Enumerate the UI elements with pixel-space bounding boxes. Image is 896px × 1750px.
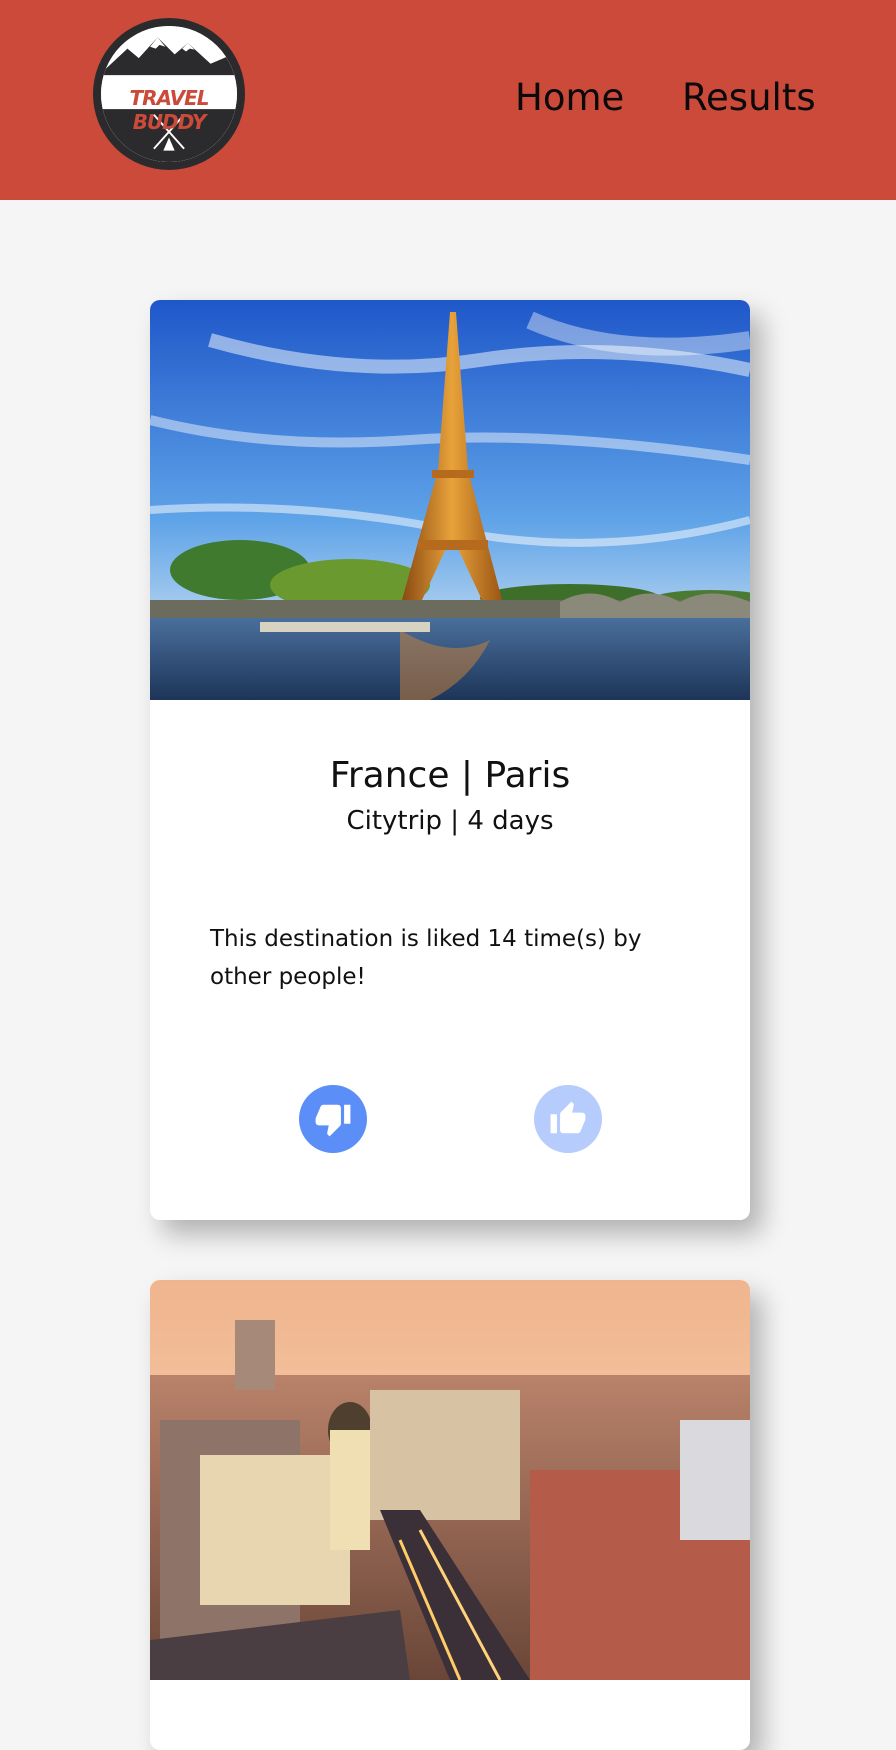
- like-button[interactable]: [534, 1085, 602, 1153]
- logo-badge: TRAVEL BUDDY: [101, 26, 237, 162]
- eiffel-tower-photo: [150, 300, 750, 700]
- destination-card: [150, 1280, 750, 1750]
- thumbs-up-icon: [550, 1101, 586, 1134]
- likes-description: This destination is liked 14 time(s) by …: [210, 926, 642, 990]
- travel-buddy-logo[interactable]: TRAVEL BUDDY: [93, 18, 245, 170]
- destination-subtitle: Citytrip | 4 days: [346, 806, 554, 836]
- site-header: TRAVEL BUDDY Home Results: [0, 0, 896, 200]
- dislike-button[interactable]: [299, 1085, 367, 1153]
- thumbs-down-icon: [315, 1104, 351, 1137]
- nav-results-link[interactable]: Results: [682, 76, 816, 119]
- nav-home-link[interactable]: Home: [515, 76, 624, 119]
- logo-text: TRAVEL BUDDY: [129, 86, 209, 134]
- madrid-city-photo: [150, 1280, 750, 1680]
- destination-card: France | Paris Citytrip | 4 days This de…: [150, 300, 750, 1220]
- destination-title: France | Paris: [329, 755, 571, 796]
